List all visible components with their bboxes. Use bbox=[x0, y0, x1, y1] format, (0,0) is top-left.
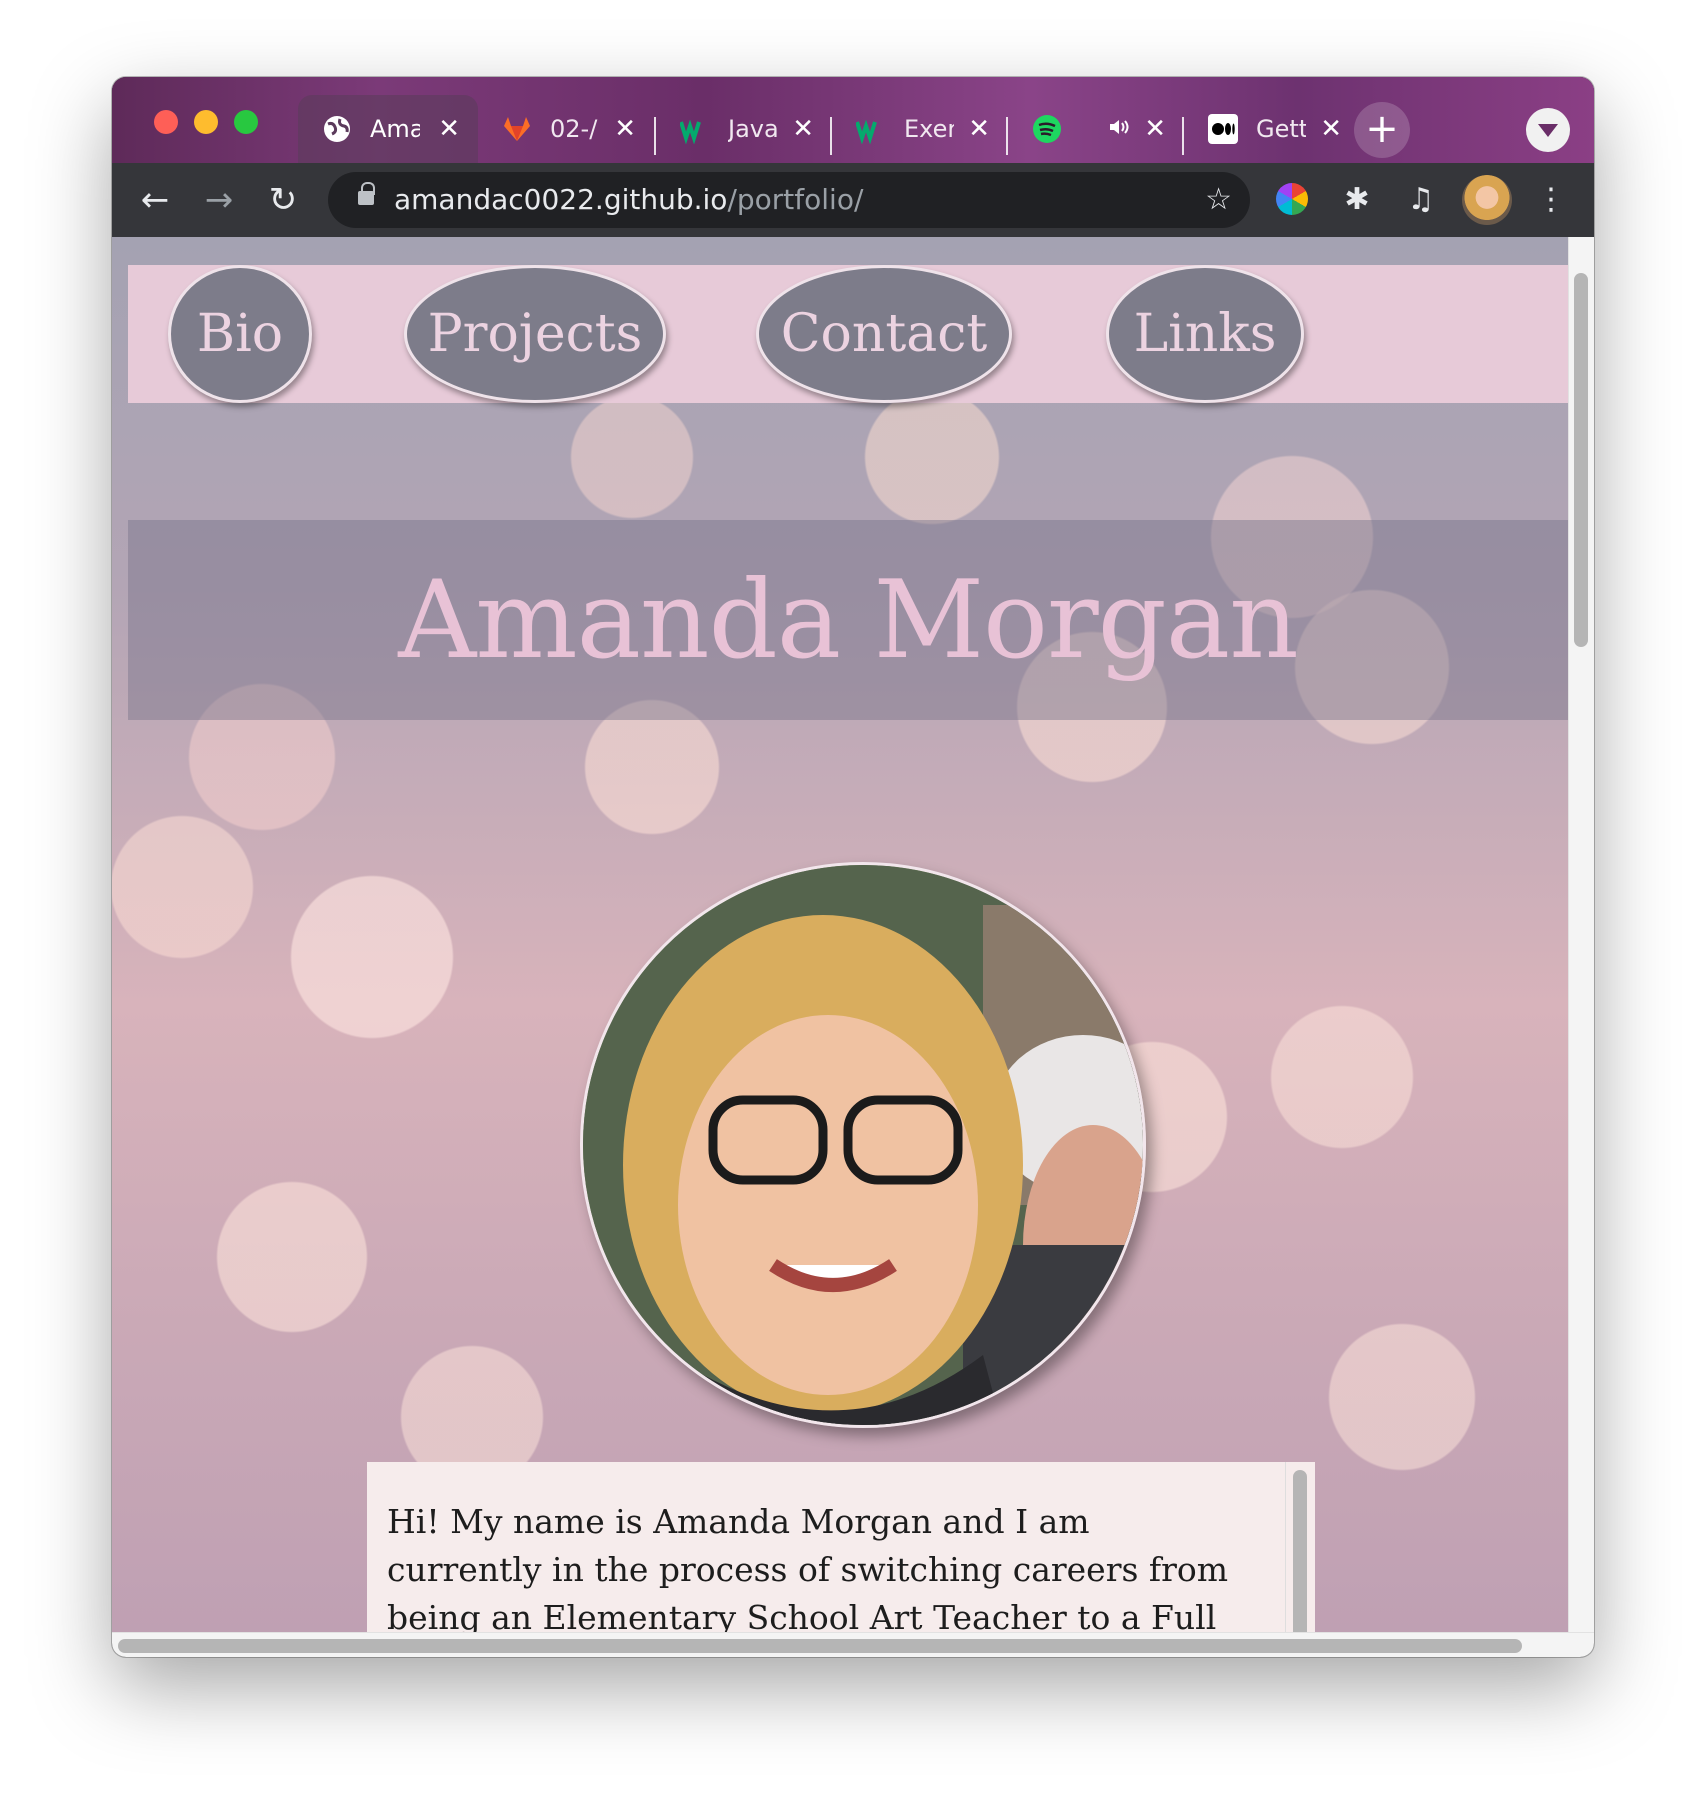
nav-projects-link[interactable]: Projects bbox=[404, 265, 666, 403]
tab-title: Gett bbox=[1256, 115, 1306, 143]
tab-close-icon[interactable]: ✕ bbox=[968, 114, 990, 144]
medium-icon bbox=[1208, 114, 1238, 144]
menu-kebab-icon[interactable]: ⋮ bbox=[1528, 177, 1574, 223]
name-banner: Amanda Morgan bbox=[128, 520, 1568, 720]
tab-spotify[interactable]: ✕ bbox=[1008, 95, 1184, 163]
back-button[interactable]: ← bbox=[132, 177, 178, 223]
nav-bio-link[interactable]: Bio bbox=[168, 265, 312, 403]
page-scrollbar[interactable] bbox=[1568, 237, 1594, 1632]
bio-scrollbar-thumb[interactable] bbox=[1293, 1470, 1307, 1632]
spotify-icon bbox=[1032, 114, 1062, 144]
tab-close-icon[interactable]: ✕ bbox=[438, 114, 460, 144]
tab-title: 02-/ bbox=[550, 115, 598, 143]
media-control-icon[interactable]: ♫ bbox=[1398, 177, 1444, 223]
url-host: amandac0022.github.io bbox=[394, 183, 728, 216]
bio-text-box[interactable]: Hi! My name is Amanda Morgan and I am cu… bbox=[367, 1462, 1315, 1632]
tab-close-icon[interactable]: ✕ bbox=[792, 114, 814, 144]
tab-search-button[interactable] bbox=[1526, 108, 1570, 152]
color-picker-extension-icon[interactable] bbox=[1276, 183, 1308, 215]
horizontal-scrollbar-thumb[interactable] bbox=[118, 1639, 1522, 1653]
w3schools-icon bbox=[856, 114, 886, 144]
w3schools-icon bbox=[680, 114, 710, 144]
url-path: /portfolio/ bbox=[727, 183, 864, 216]
tab-java[interactable]: Java ✕ bbox=[656, 95, 832, 163]
nav-contact-link[interactable]: Contact bbox=[756, 265, 1012, 403]
bio-scrollbar[interactable] bbox=[1285, 1462, 1315, 1632]
browser-toolbar: ← → ↻ amandac0022.github.io/portfolio/ ☆… bbox=[112, 163, 1594, 237]
horizontal-scrollbar[interactable] bbox=[112, 1632, 1594, 1657]
profile-photo bbox=[580, 862, 1146, 1428]
minimize-window-button[interactable] bbox=[194, 110, 218, 134]
tab-close-icon[interactable]: ✕ bbox=[614, 114, 636, 144]
site-nav-bar: Bio Projects Contact Links bbox=[128, 265, 1568, 403]
page-title: Amanda Morgan bbox=[398, 557, 1299, 683]
browser-window: Ama ✕ 02-/ ✕ Java ✕ Exer ✕ ✕ Gett ✕ + ← … bbox=[112, 77, 1594, 1657]
tab-exercise[interactable]: Exer ✕ bbox=[832, 95, 1008, 163]
maximize-window-button[interactable] bbox=[234, 110, 258, 134]
tab-strip: Ama ✕ 02-/ ✕ Java ✕ Exer ✕ ✕ Gett ✕ + bbox=[112, 77, 1594, 163]
speaker-icon[interactable] bbox=[1108, 117, 1130, 142]
new-tab-button[interactable]: + bbox=[1354, 102, 1410, 158]
globe-icon bbox=[322, 114, 352, 144]
tab-title: Java bbox=[728, 115, 778, 143]
close-window-button[interactable] bbox=[154, 110, 178, 134]
profile-avatar[interactable] bbox=[1462, 175, 1512, 225]
lock-icon[interactable] bbox=[358, 182, 375, 205]
extensions-puzzle-icon[interactable]: ✱ bbox=[1334, 177, 1380, 223]
tab-title: Exer bbox=[904, 115, 954, 143]
tab-gitlab[interactable]: 02-/ ✕ bbox=[478, 95, 654, 163]
forward-button[interactable]: → bbox=[196, 177, 242, 223]
reload-button[interactable]: ↻ bbox=[260, 177, 306, 223]
page-content: Bio Projects Contact Links Amanda Morgan bbox=[112, 237, 1594, 1632]
tab-close-icon[interactable]: ✕ bbox=[1320, 114, 1342, 144]
tab-title: Ama bbox=[370, 115, 420, 143]
address-bar[interactable]: amandac0022.github.io/portfolio/ ☆ bbox=[328, 172, 1250, 228]
tab-portfolio[interactable]: Ama ✕ bbox=[298, 95, 478, 163]
tab-close-icon[interactable]: ✕ bbox=[1144, 114, 1166, 144]
gitlab-icon bbox=[502, 114, 532, 144]
bio-paragraph: Hi! My name is Amanda Morgan and I am cu… bbox=[387, 1502, 1229, 1632]
tab-medium[interactable]: Gett ✕ bbox=[1184, 95, 1360, 163]
page-scrollbar-thumb[interactable] bbox=[1574, 273, 1588, 647]
nav-links-link[interactable]: Links bbox=[1106, 265, 1304, 403]
bookmark-star-icon[interactable]: ☆ bbox=[1205, 172, 1232, 228]
